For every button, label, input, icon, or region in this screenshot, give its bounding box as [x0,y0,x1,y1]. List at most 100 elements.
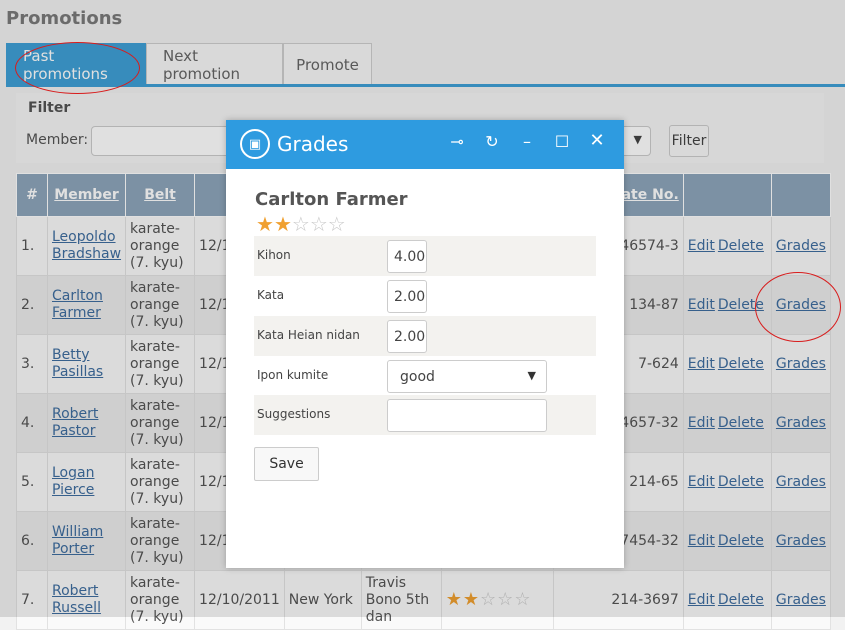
filter-button[interactable]: Filter [669,125,709,157]
save-button[interactable]: Save [254,447,319,481]
row-number: 1. [16,216,48,276]
grade-row-kata-heian-nidan: Kata Heian nidan 2.00 [254,316,596,356]
grades-dialog: ▣ Grades ⊸ ↻ – ☐ ✕ Carlton Farmer ★★☆☆☆ … [226,120,624,568]
member-label: Member: [26,132,89,148]
kata-heian-nidan-input[interactable]: 2.00 [387,320,427,353]
grades-link[interactable]: Grades [776,238,826,254]
star-empty-icon: ☆ [514,588,532,610]
grades-cell: Grades [770,275,832,335]
grade-row-kihon: Kihon 4.00 [254,236,596,276]
row-number: 5. [16,452,48,512]
ipon-kumite-value: good [400,368,435,385]
col-header-member[interactable]: Member [46,173,127,217]
delete-link[interactable]: Delete [718,238,764,254]
grade-label: Ipon kumite [257,368,329,382]
page-title: Promotions [6,8,123,29]
student-name: Carlton Farmer [255,189,408,210]
grades-link[interactable]: Grades [776,297,826,313]
calendar-icon: ▣ [240,129,270,159]
member-link[interactable]: Betty Pasillas [46,334,127,394]
edit-link[interactable]: Edit [688,415,715,431]
edit-link[interactable]: Edit [688,592,715,608]
actions-cell: Edit Delete [682,275,772,335]
close-icon[interactable]: ✕ [587,130,607,151]
grades-link[interactable]: Grades [776,415,826,431]
tab-next-promotion[interactable]: Next promotion [146,43,283,85]
delete-link[interactable]: Delete [718,356,764,372]
member-link[interactable]: Robert Russell [46,570,127,630]
star-filled-icon: ★ [256,212,274,236]
delete-link[interactable]: Delete [718,592,764,608]
row-number: 3. [16,334,48,394]
edit-link[interactable]: Edit [688,533,715,549]
grades-cell: Grades [770,570,832,630]
kata-input[interactable]: 2.00 [387,280,427,313]
city-cell: New York [283,570,362,630]
actions-cell: Edit Delete [682,570,772,630]
belt-cell: karate-orange (7. kyu) [125,570,196,630]
rating-cell: ★★☆☆☆ [440,570,554,630]
delete-link[interactable]: Delete [718,297,764,313]
grade-label: Kata [257,288,285,302]
edit-link[interactable]: Edit [688,297,715,313]
col-header-actions [682,173,772,217]
tab-past-promotions[interactable]: Past promotions [6,43,146,85]
grade-label: Kihon [257,248,291,262]
date-cell: 12/10/2011 [194,570,285,630]
grades-cell: Grades [770,452,832,512]
star-empty-icon: ☆ [291,212,310,236]
refresh-icon[interactable]: ↻ [482,132,502,151]
delete-link[interactable]: Delete [718,533,764,549]
examiner-cell: Travis Bono 5th dan [360,570,442,630]
belt-cell: karate-orange (7. kyu) [125,393,196,453]
grade-row-suggestions: Suggestions [254,395,596,435]
member-link[interactable]: William Porter [46,511,127,571]
edit-link[interactable]: Edit [688,238,715,254]
star-filled-icon: ★ [445,588,463,610]
grade-row-ipon-kumite: Ipon kumite good ▼ [254,356,596,396]
member-link[interactable]: Logan Pierce [46,452,127,512]
member-link[interactable]: Leopoldo Bradshaw [46,216,127,276]
grades-link[interactable]: Grades [776,533,826,549]
member-link[interactable]: Robert Pastor [46,393,127,453]
dialog-header: ▣ Grades ⊸ ↻ – ☐ ✕ [226,120,624,169]
col-header-belt[interactable]: Belt [125,173,196,217]
tab-promote[interactable]: Promote [283,43,372,85]
belt-cell: karate-orange (7. kyu) [125,334,196,394]
tab-underline [6,84,845,87]
certificate-cell: 214-3697 [552,570,684,630]
suggestions-input[interactable] [387,399,547,432]
grades-cell: Grades [770,393,832,453]
actions-cell: Edit Delete [682,452,772,512]
ipon-kumite-select[interactable]: good ▼ [387,360,547,393]
col-header-number: # [16,173,48,217]
kihon-input[interactable]: 4.00 [387,240,427,273]
star-filled-icon: ★ [273,212,292,236]
minimize-icon[interactable]: – [517,132,537,151]
grades-link[interactable]: Grades [776,592,826,608]
row-star-rating: ★★☆☆☆ [446,589,532,610]
grades-link[interactable]: Grades [776,356,826,372]
delete-link[interactable]: Delete [718,474,764,490]
row-number: 7. [16,570,48,630]
tab-bar: Past promotions Next promotion Promote [6,43,372,85]
col-header-grades [770,173,832,217]
member-link[interactable]: Carlton Farmer [46,275,127,335]
row-number: 6. [16,511,48,571]
belt-cell: karate-orange (7. kyu) [125,452,196,512]
edit-link[interactable]: Edit [688,356,715,372]
row-number: 2. [16,275,48,335]
belt-cell: karate-orange (7. kyu) [125,216,196,276]
actions-cell: Edit Delete [682,511,772,571]
dialog-title: Grades [277,132,349,156]
grade-label: Suggestions [257,407,331,421]
delete-link[interactable]: Delete [718,415,764,431]
pin-icon[interactable]: ⊸ [447,132,467,151]
maximize-icon[interactable]: ☐ [552,132,572,151]
grades-link[interactable]: Grades [776,474,826,490]
student-star-rating[interactable]: ★★☆☆☆ [256,212,346,236]
grades-cell: Grades [770,216,832,276]
filter-title: Filter [28,100,71,116]
edit-link[interactable]: Edit [688,474,715,490]
actions-cell: Edit Delete [682,334,772,394]
